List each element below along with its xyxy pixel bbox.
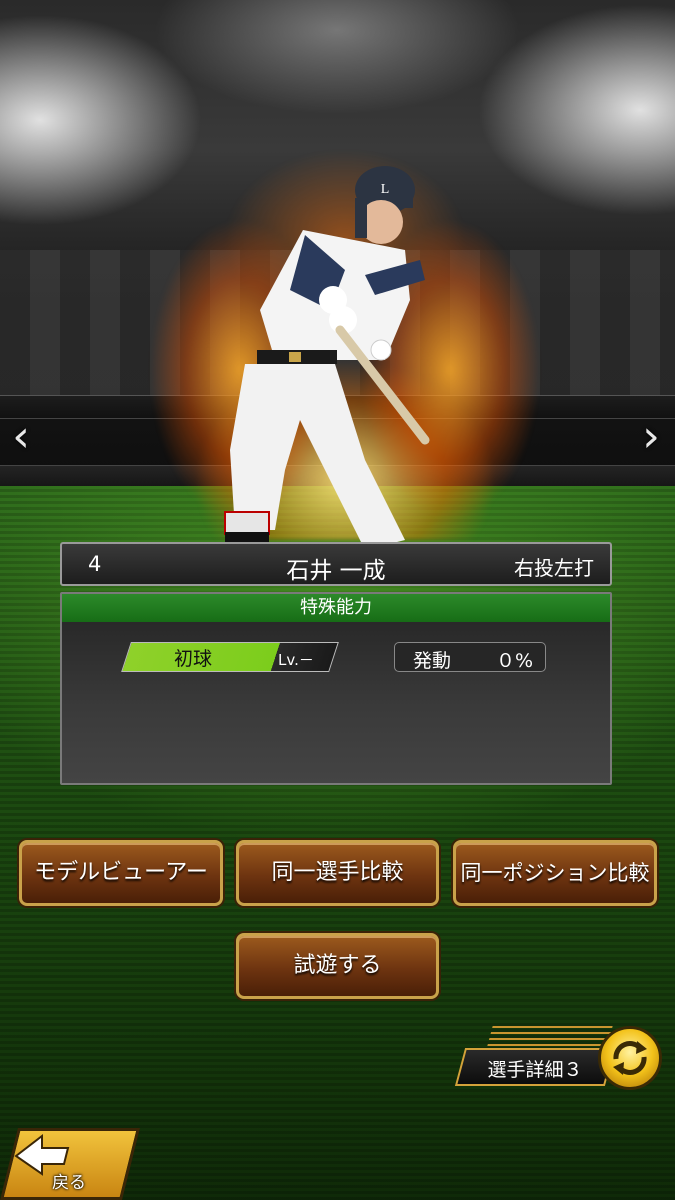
special-ability-header: 特殊能力 <box>62 594 610 622</box>
detail-stripes <box>487 1026 613 1046</box>
try-play-button[interactable]: 試遊する <box>236 933 439 999</box>
player-detail-label: 選手詳細３ <box>487 1059 583 1081</box>
back-label: 戻る <box>52 1173 86 1193</box>
player-model[interactable]: L <box>215 160 455 560</box>
player-info-bar: 4 石井 一成 右投左打 <box>60 542 612 586</box>
chevron-right-icon[interactable]: › <box>636 412 666 462</box>
cycle-arrows-icon[interactable] <box>598 1026 662 1090</box>
chevron-left-icon[interactable]: ‹ <box>6 412 36 462</box>
svg-text:L: L <box>381 182 390 197</box>
activation-value: ０% <box>495 650 533 672</box>
player-handedness: 右投左打 <box>514 556 594 580</box>
skill-level: Lv.－ <box>278 651 314 669</box>
skill-name: 初球 <box>174 648 213 670</box>
same-player-compare-button[interactable]: 同一選手比較 <box>236 840 439 906</box>
model-viewer-button[interactable]: モデルビューアー <box>19 840 223 906</box>
activation-rate-box: 発動 ０% <box>394 642 546 672</box>
special-ability-panel: 特殊能力 初球 Lv.－ 発動 ０% <box>60 592 612 785</box>
same-position-compare-button[interactable]: 同一ポジション比較 <box>453 840 657 906</box>
activation-label: 発動 <box>413 650 452 672</box>
cycle-arrows-glyph <box>613 1041 647 1075</box>
